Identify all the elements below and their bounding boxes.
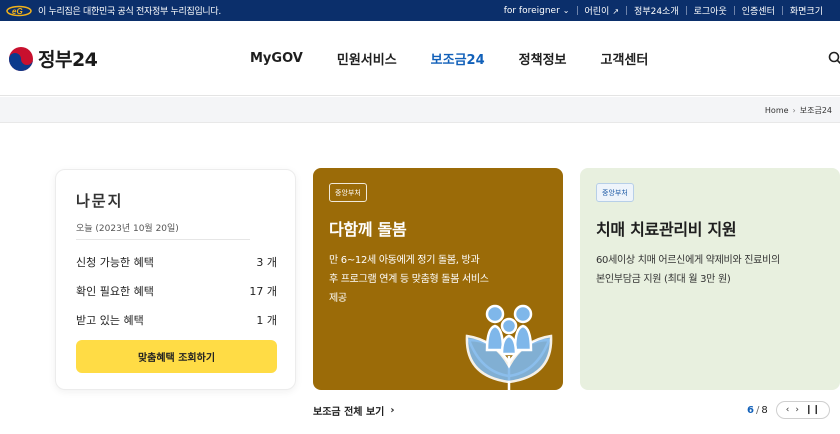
stat-receiving[interactable]: 받고 있는 혜택 1 개 [76, 312, 277, 328]
card-title: 다함께 돌봄 [329, 220, 407, 239]
card-title: 치매 치료관리비 지원 [596, 220, 737, 239]
taegeuk-icon [9, 46, 33, 71]
eg-logo-icon: eG [6, 5, 32, 17]
stat-label: 받고 있는 혜택 [76, 314, 144, 327]
benefit-card-care[interactable]: 중앙부처 다함께 돌봄 만 6~12세 아동에게 정기 돌봄, 방과 후 프로그… [313, 168, 563, 390]
breadcrumb: Home › 보조금24 [765, 97, 832, 123]
user-benefit-card: 나문지 오늘 (2023년 10월 20일) 신청 가능한 혜택 3 개 확인 … [55, 169, 296, 390]
user-name: 나문지 [76, 192, 124, 210]
stat-count: 1 개 [256, 314, 277, 327]
view-all-subsidies-link[interactable]: 보조금 전체 보기 › [313, 403, 395, 418]
nav-customer-center[interactable]: 고객센터 [601, 49, 649, 68]
stat-applicable[interactable]: 신청 가능한 혜택 3 개 [76, 254, 277, 270]
pager-controls: ‹ › ❙❙ [775, 401, 831, 419]
gov-banner: eG 이 누리집은 대한민국 공식 전자정부 누리집입니다. for forei… [0, 0, 840, 21]
logo-text: 정부24 [38, 49, 98, 71]
screen-size-link[interactable]: 화면크기 [783, 4, 830, 17]
about-link[interactable]: 정부24소개 [627, 4, 686, 17]
logout-link[interactable]: 로그아웃 [687, 4, 734, 17]
site-logo[interactable]: 정부24 [8, 45, 98, 72]
utility-links: for foreigner ⌄ 어린이 ↗ 정부24소개 로그아웃 인증센터 화면크… [497, 0, 830, 21]
stat-label: 신청 가능한 혜택 [76, 256, 154, 269]
stat-count: 3 개 [256, 256, 277, 269]
kids-link[interactable]: 어린이 ↗ [578, 4, 627, 17]
breadcrumb-bar: Home › 보조금24 [0, 97, 840, 123]
stat-need-check[interactable]: 확인 필요한 혜택 17 개 [76, 283, 277, 299]
main-nav: MyGOV 민원서비스 보조금24 정책정보 고객센터 [250, 21, 682, 96]
custom-benefit-button[interactable]: 맞춤혜택 조회하기 [76, 340, 277, 373]
card-description: 60세이상 치매 어르신에게 약제비와 진료비의 본인부담금 지원 (최대 월 … [596, 255, 780, 285]
breadcrumb-home[interactable]: Home [765, 106, 789, 115]
slide-pager: 6 / 8 ‹ › ❙❙ [747, 401, 831, 419]
foreigner-link[interactable]: for foreigner ⌄ [497, 6, 577, 16]
nav-civil-service[interactable]: 민원서비스 [337, 49, 397, 68]
stat-count: 17 개 [249, 285, 277, 298]
site-header: 정부24 MyGOV 민원서비스 보조금24 정책정보 고객센터 [0, 21, 840, 96]
stat-label: 확인 필요한 혜택 [76, 285, 154, 298]
gov-notice: 이 누리집은 대한민국 공식 전자정부 누리집입니다. [38, 7, 221, 17]
pause-icon[interactable]: ❙❙ [802, 405, 823, 415]
chevron-right-icon: › [792, 105, 796, 115]
today-date: 오늘 (2023년 10월 20일) [76, 224, 179, 234]
next-icon[interactable]: › [792, 405, 802, 415]
search-icon[interactable] [828, 51, 840, 65]
prev-icon[interactable]: ‹ [783, 405, 793, 415]
chevron-down-icon: ⌄ [562, 5, 570, 15]
family-plant-icon [465, 304, 553, 390]
divider [76, 239, 250, 240]
external-link-icon: ↗ [612, 7, 620, 16]
cert-center-link[interactable]: 인증센터 [735, 4, 782, 17]
svg-text:eG: eG [12, 7, 23, 16]
benefit-card-dementia[interactable]: 중앙부처 치매 치료관리비 지원 60세이상 치매 어르신에게 약제비와 진료비… [580, 168, 840, 390]
category-badge: 중앙부처 [596, 183, 634, 202]
breadcrumb-current[interactable]: 보조금24 [800, 105, 832, 116]
total-pages: 8 [761, 404, 768, 416]
nav-mygov[interactable]: MyGOV [250, 51, 303, 66]
nav-policy[interactable]: 정책정보 [519, 49, 567, 68]
nav-subsidy24[interactable]: 보조금24 [431, 49, 485, 68]
current-page: 6 [747, 404, 754, 416]
chevron-right-icon: › [390, 405, 395, 416]
category-badge: 중앙부처 [329, 183, 367, 202]
